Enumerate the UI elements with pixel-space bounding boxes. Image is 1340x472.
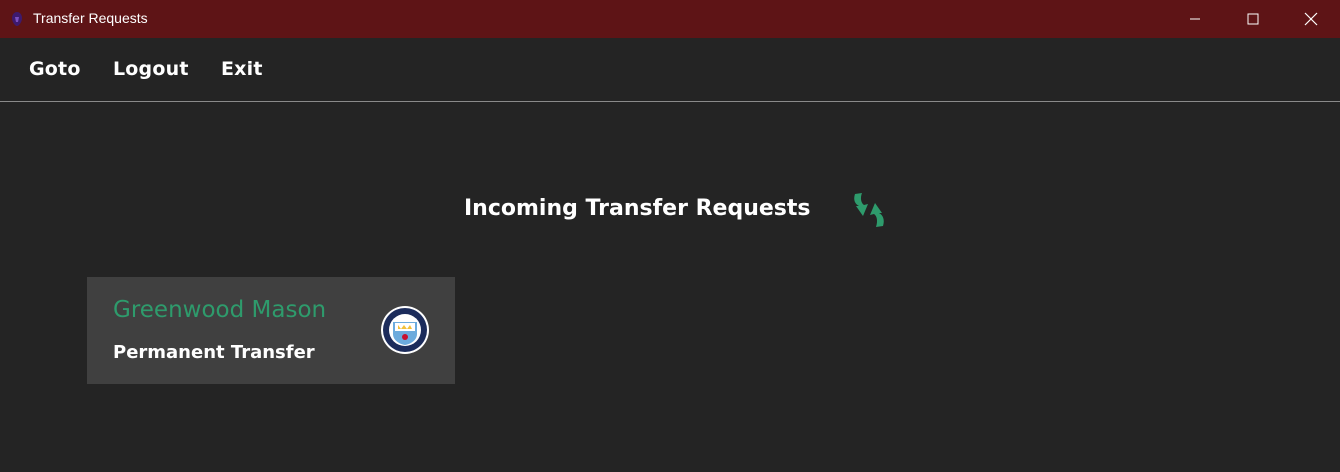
close-icon: [1304, 12, 1318, 26]
menu-item-goto[interactable]: Goto: [29, 58, 81, 80]
app-logo-icon: [12, 12, 22, 26]
maximize-button[interactable]: [1224, 0, 1282, 38]
minimize-button[interactable]: [1166, 0, 1224, 38]
window-title: Transfer Requests: [33, 10, 148, 26]
heading-row: Incoming Transfer Requests: [0, 192, 1340, 232]
transfer-type: Permanent Transfer: [113, 342, 315, 363]
transfer-request-card[interactable]: Greenwood Mason Permanent Transfer: [87, 277, 455, 384]
maximize-icon: [1247, 13, 1259, 25]
refresh-arrows-icon[interactable]: [849, 192, 891, 228]
minimize-icon: [1190, 18, 1200, 20]
club-crest-icon: [381, 306, 429, 354]
window-titlebar[interactable]: Transfer Requests: [0, 0, 1340, 38]
page-heading: Incoming Transfer Requests: [464, 196, 811, 221]
menu-item-logout[interactable]: Logout: [113, 58, 189, 80]
player-name: Greenwood Mason: [113, 297, 327, 323]
menu-item-exit[interactable]: Exit: [221, 58, 263, 80]
menu-bar: Goto Logout Exit: [0, 38, 1340, 102]
close-button[interactable]: [1282, 0, 1340, 38]
